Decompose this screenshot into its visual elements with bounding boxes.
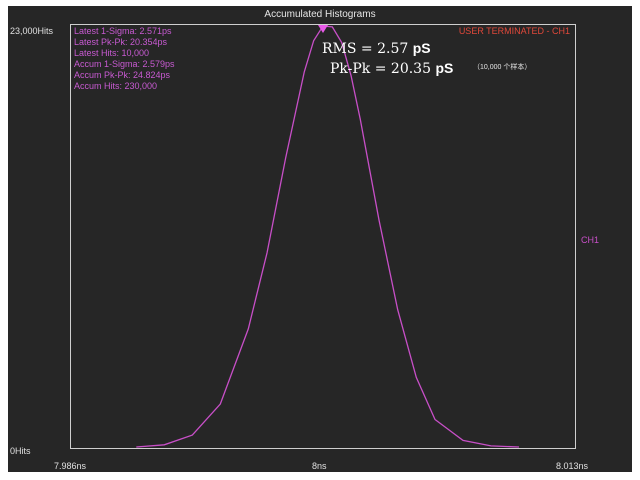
sample-count-note: （10,000 个样本）	[473, 64, 532, 71]
pkpk-unit: pS	[435, 60, 454, 76]
y-tick-bottom: 0Hits	[10, 446, 31, 456]
x-tick-center: 8ns	[312, 461, 327, 471]
stat-accum-pkpk: Accum Pk-Pk: 24.824ps	[74, 70, 171, 80]
chart-title: Accumulated Histograms	[264, 9, 376, 20]
y-tick-top: 23,000Hits	[10, 26, 54, 36]
stat-accum-sigma: Accum 1-Sigma: 2.579ps	[74, 59, 175, 69]
stat-latest-hits: Latest Hits: 10,000	[74, 48, 150, 58]
stat-latest-pkpk: Latest Pk-Pk: 20.354ps	[74, 37, 168, 47]
channel-label: CH1	[581, 235, 600, 245]
stat-accum-hits: Accum Hits: 230,000	[74, 81, 158, 91]
rms-value: RMS = 2.57	[322, 41, 409, 57]
pkpk-annotation: Pk-Pk = 20.35 pS	[330, 60, 453, 77]
rms-unit: pS	[412, 40, 431, 56]
x-tick-right: 8.013ns	[556, 461, 589, 471]
scope-display: Accumulated Histograms 23,000Hits 0Hits …	[8, 6, 632, 472]
pkpk-value: Pk-Pk = 20.35	[330, 61, 432, 77]
series-line-0	[136, 25, 520, 448]
rms-annotation: RMS = 2.57 pS	[322, 40, 431, 57]
stat-latest-sigma: Latest 1-Sigma: 2.571ps	[74, 26, 172, 36]
x-tick-left: 7.986ns	[54, 461, 87, 471]
status-text: USER TERMINATED - CH1	[458, 26, 570, 36]
